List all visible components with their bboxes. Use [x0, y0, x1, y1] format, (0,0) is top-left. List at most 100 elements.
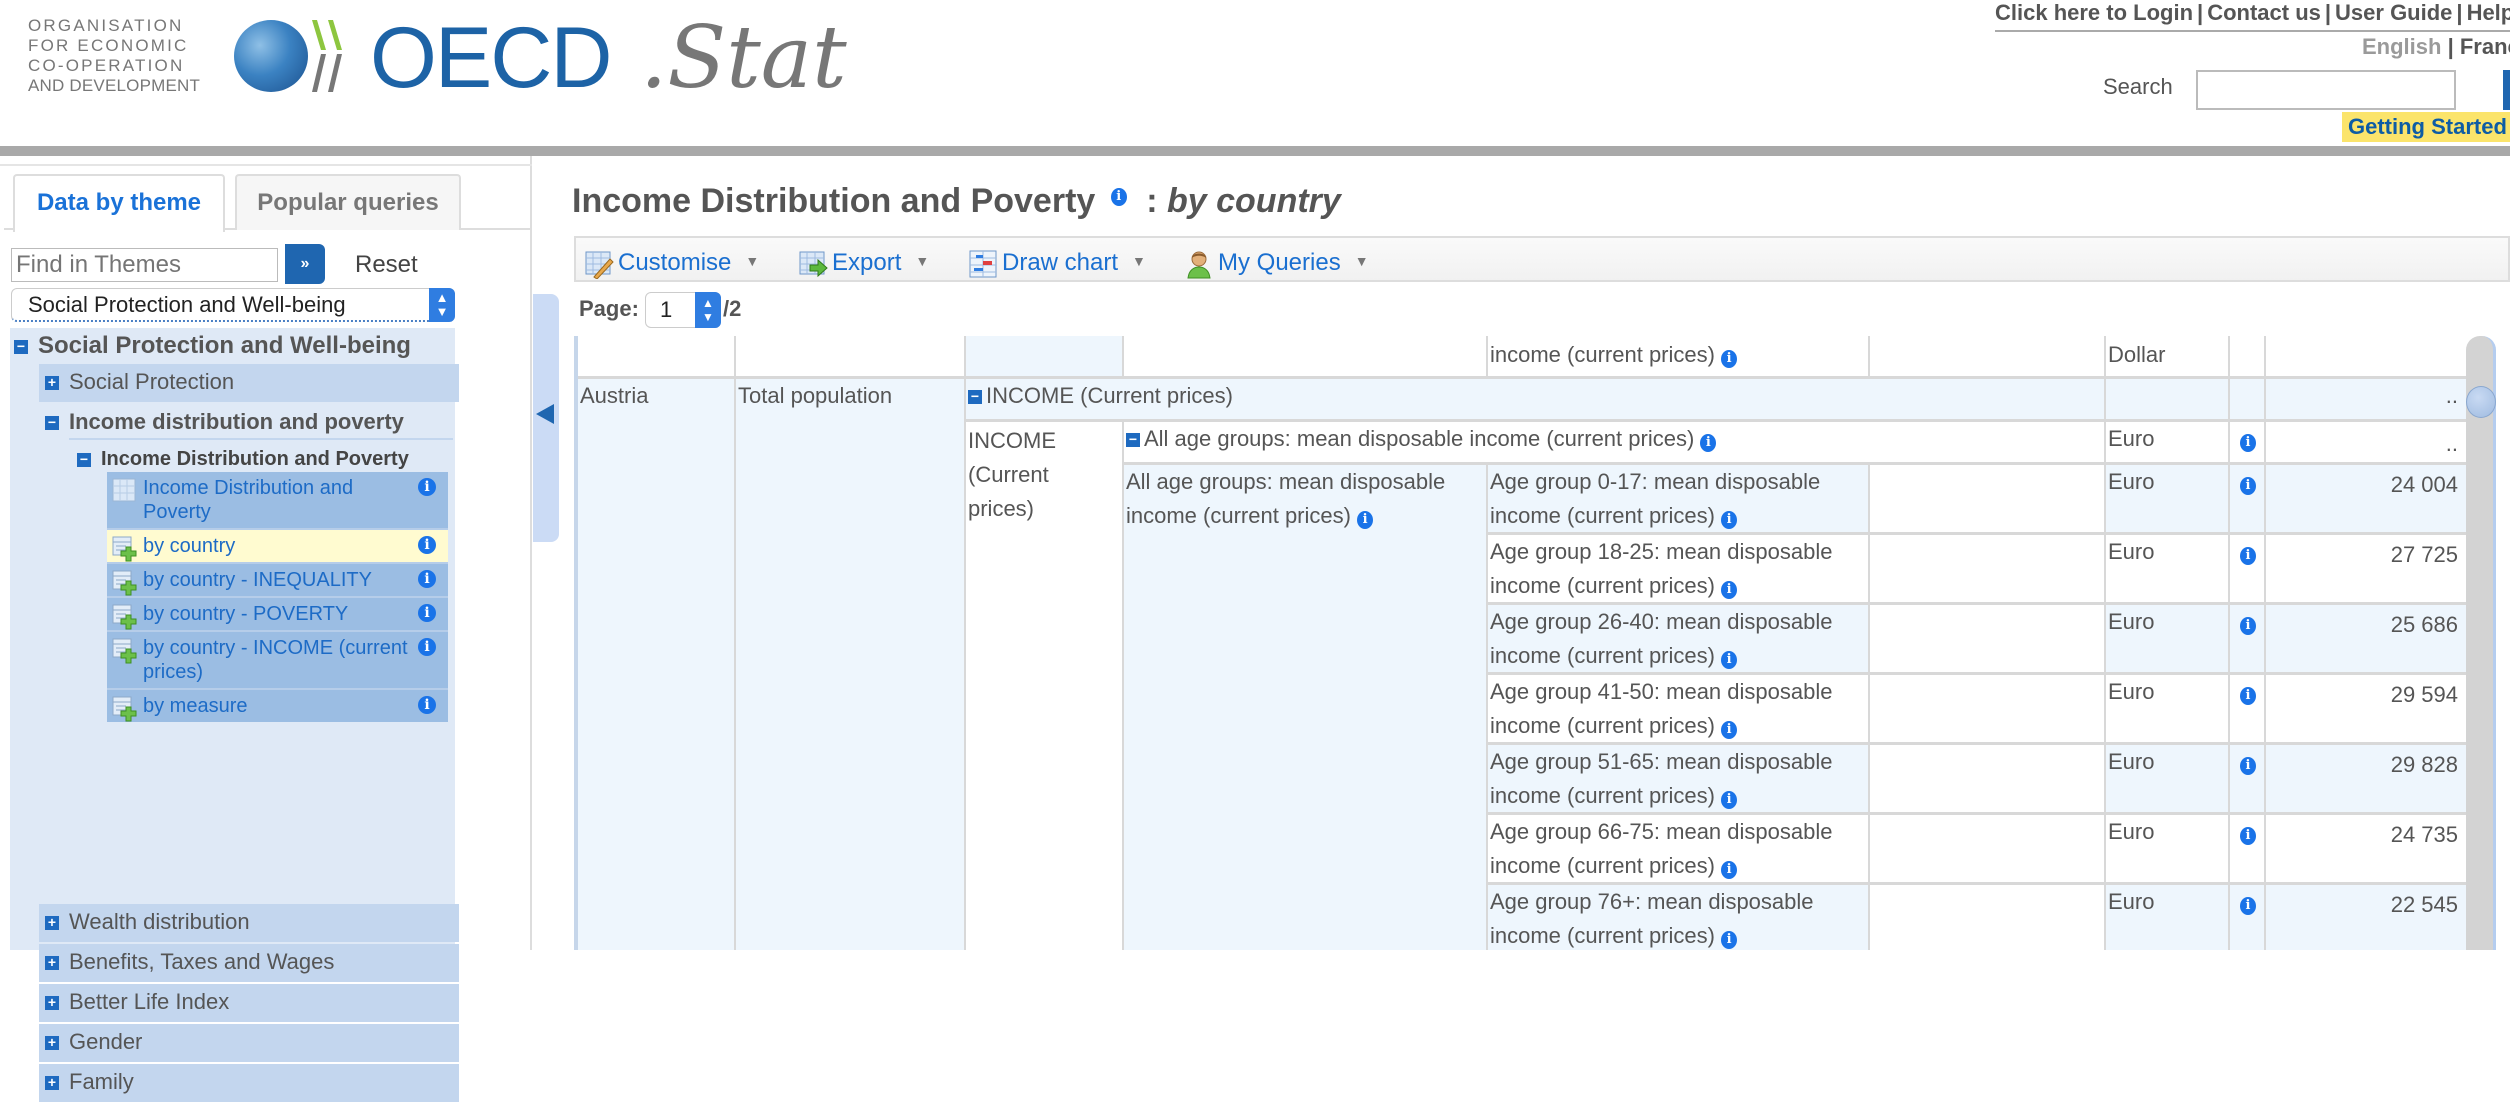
find-go-button[interactable]: » — [285, 244, 325, 284]
query-item[interactable]: by measure i — [107, 690, 448, 722]
site-search-button[interactable] — [2503, 70, 2510, 110]
dropdown-arrow-icon[interactable]: ▼ — [915, 253, 929, 269]
info-icon[interactable]: i — [2240, 897, 2256, 915]
info-icon[interactable]: i — [2240, 687, 2256, 705]
measure-cell: Age group 0-17: mean disposable income (… — [1488, 465, 1868, 532]
table-scrollbar[interactable] — [2466, 336, 2496, 950]
expand-icon[interactable]: + — [45, 1035, 59, 1051]
table-icon — [112, 478, 136, 502]
org-line: FOR ECONOMIC — [28, 36, 189, 55]
unit-cell: Euro — [2106, 422, 2228, 462]
subgroup-header-cell[interactable]: − All age groups: mean disposable income … — [1124, 422, 2108, 462]
top-links: Click here to Login | Contact us | User Guid… — [1995, 0, 2510, 32]
grid-line — [1122, 462, 2466, 465]
collapse-icon[interactable]: − — [968, 389, 982, 405]
my-queries-button[interactable]: My Queries ▼ — [1184, 244, 1369, 279]
expand-icon[interactable]: + — [45, 375, 59, 391]
tree-root[interactable]: − Social Protection and Well-being — [14, 332, 411, 360]
draw-chart-button[interactable]: Draw chart ▼ — [968, 244, 1146, 278]
french-link[interactable]: Français — [2460, 34, 2510, 59]
dropdown-arrow-icon[interactable]: ▼ — [1132, 253, 1146, 269]
empty-cell — [1870, 465, 2104, 532]
tree-node-better-life-index[interactable]: + Better Life Index — [39, 984, 459, 1022]
english-link[interactable]: English — [2362, 34, 2441, 59]
tree-node-gender[interactable]: + Gender — [39, 1024, 459, 1062]
table-cell — [966, 336, 1122, 376]
group-header-text: INCOME (Current prices) — [986, 383, 1233, 408]
export-button[interactable]: Export ▼ — [798, 244, 929, 278]
info-icon[interactable]: i — [2240, 434, 2256, 452]
info-icon[interactable]: i — [1721, 931, 1738, 949]
login-link[interactable]: Click here to Login — [1995, 0, 2193, 25]
query-item[interactable]: by country - POVERTY i — [107, 598, 448, 632]
tree-subnode-income-distribution-and-poverty[interactable]: − Income Distribution and Poverty — [77, 448, 409, 471]
info-icon[interactable]: i — [418, 570, 436, 588]
group-header-cell[interactable]: − INCOME (Current prices) — [966, 379, 2260, 419]
info-icon[interactable]: i — [2240, 477, 2256, 495]
user-guide-link[interactable]: User Guide — [2335, 0, 2452, 25]
draw-chart-label: Draw chart — [1002, 249, 1119, 276]
expand-icon[interactable]: + — [45, 915, 59, 931]
tab-data-by-theme[interactable]: Data by theme — [13, 174, 225, 232]
dropdown-arrow-icon[interactable]: ▼ — [1355, 253, 1369, 269]
query-item[interactable]: by country - INEQUALITY i — [107, 564, 448, 598]
find-in-themes-input[interactable] — [11, 248, 278, 282]
grid-line — [2228, 336, 2230, 950]
tab-popular-queries[interactable]: Popular queries — [235, 174, 461, 230]
dropdown-arrow-icon[interactable]: ▼ — [745, 253, 759, 269]
info-icon[interactable]: i — [1721, 791, 1738, 809]
info-icon[interactable]: i — [2240, 617, 2256, 635]
info-icon[interactable]: i — [1721, 651, 1738, 669]
getting-started-link[interactable]: Getting Started — [2342, 112, 2510, 142]
dataset-label: Income Distribution and Poverty — [143, 477, 354, 523]
grid-line — [2104, 336, 2106, 950]
tree-node-income-distribution[interactable]: − Income distribution and poverty — [39, 404, 459, 442]
page-select[interactable]: 1 ▲ ▼ — [645, 292, 721, 328]
info-icon[interactable]: i — [1721, 581, 1738, 599]
dataset-info-icon[interactable]: i — [1110, 187, 1127, 206]
dataset-item[interactable]: Income Distribution and Poverty i — [107, 472, 448, 530]
info-icon[interactable]: i — [2240, 757, 2256, 775]
measure-text: Age group 66-75: mean disposable income … — [1490, 819, 1833, 878]
query-label: by country - INEQUALITY — [143, 569, 372, 591]
contact-link[interactable]: Contact us — [2207, 0, 2321, 25]
help-link[interactable]: Help — [2467, 0, 2510, 25]
expand-icon[interactable]: + — [45, 1075, 59, 1091]
query-label: by country - INCOME (current prices) — [143, 637, 408, 683]
info-icon[interactable]: i — [418, 536, 436, 554]
oecd-logo[interactable]: OECD — [370, 8, 612, 108]
sidebar-collapse-handle[interactable] — [533, 294, 559, 542]
info-icon[interactable]: i — [2240, 547, 2256, 565]
collapse-icon[interactable]: − — [77, 452, 91, 467]
query-item[interactable]: by country - INCOME (current prices) i — [107, 632, 448, 690]
customise-button[interactable]: Customise ▼ — [584, 244, 759, 279]
info-icon[interactable]: i — [418, 604, 436, 622]
table-scrollbar-thumb[interactable] — [2466, 386, 2496, 418]
empty-cell — [1870, 605, 2104, 672]
info-icon[interactable]: i — [418, 638, 436, 656]
info-icon[interactable]: i — [1721, 721, 1738, 739]
tree-node-social-protection[interactable]: + Social Protection — [39, 364, 459, 402]
tree-node-wealth-distribution[interactable]: + Wealth distribution — [39, 904, 459, 942]
collapse-icon[interactable]: − — [1126, 432, 1140, 448]
query-item-by-country[interactable]: by country i — [107, 530, 448, 564]
info-icon[interactable]: i — [1721, 511, 1738, 529]
site-search-input[interactable] — [2196, 70, 2456, 110]
theme-tree: − Social Protection and Well-being + Socia… — [10, 328, 459, 1102]
info-icon[interactable]: i — [2240, 827, 2256, 845]
info-icon[interactable]: i — [418, 696, 436, 714]
info-icon[interactable]: i — [418, 478, 436, 496]
info-icon[interactable]: i — [1721, 350, 1738, 368]
info-icon[interactable]: i — [1357, 511, 1374, 529]
query-label: by country — [143, 535, 236, 557]
flag-cell — [2230, 379, 2264, 419]
collapse-icon[interactable]: − — [14, 339, 28, 354]
info-icon[interactable]: i — [1721, 861, 1738, 879]
theme-select[interactable]: Social Protection and Well-being ▲ ▼ — [11, 288, 455, 322]
expand-icon[interactable]: + — [45, 955, 59, 971]
info-icon[interactable]: i — [1700, 434, 1717, 452]
expand-icon[interactable]: + — [45, 995, 59, 1011]
tree-node-family[interactable]: + Family — [39, 1064, 459, 1102]
reset-button[interactable]: Reset — [355, 251, 418, 279]
collapse-icon[interactable]: − — [45, 415, 59, 431]
